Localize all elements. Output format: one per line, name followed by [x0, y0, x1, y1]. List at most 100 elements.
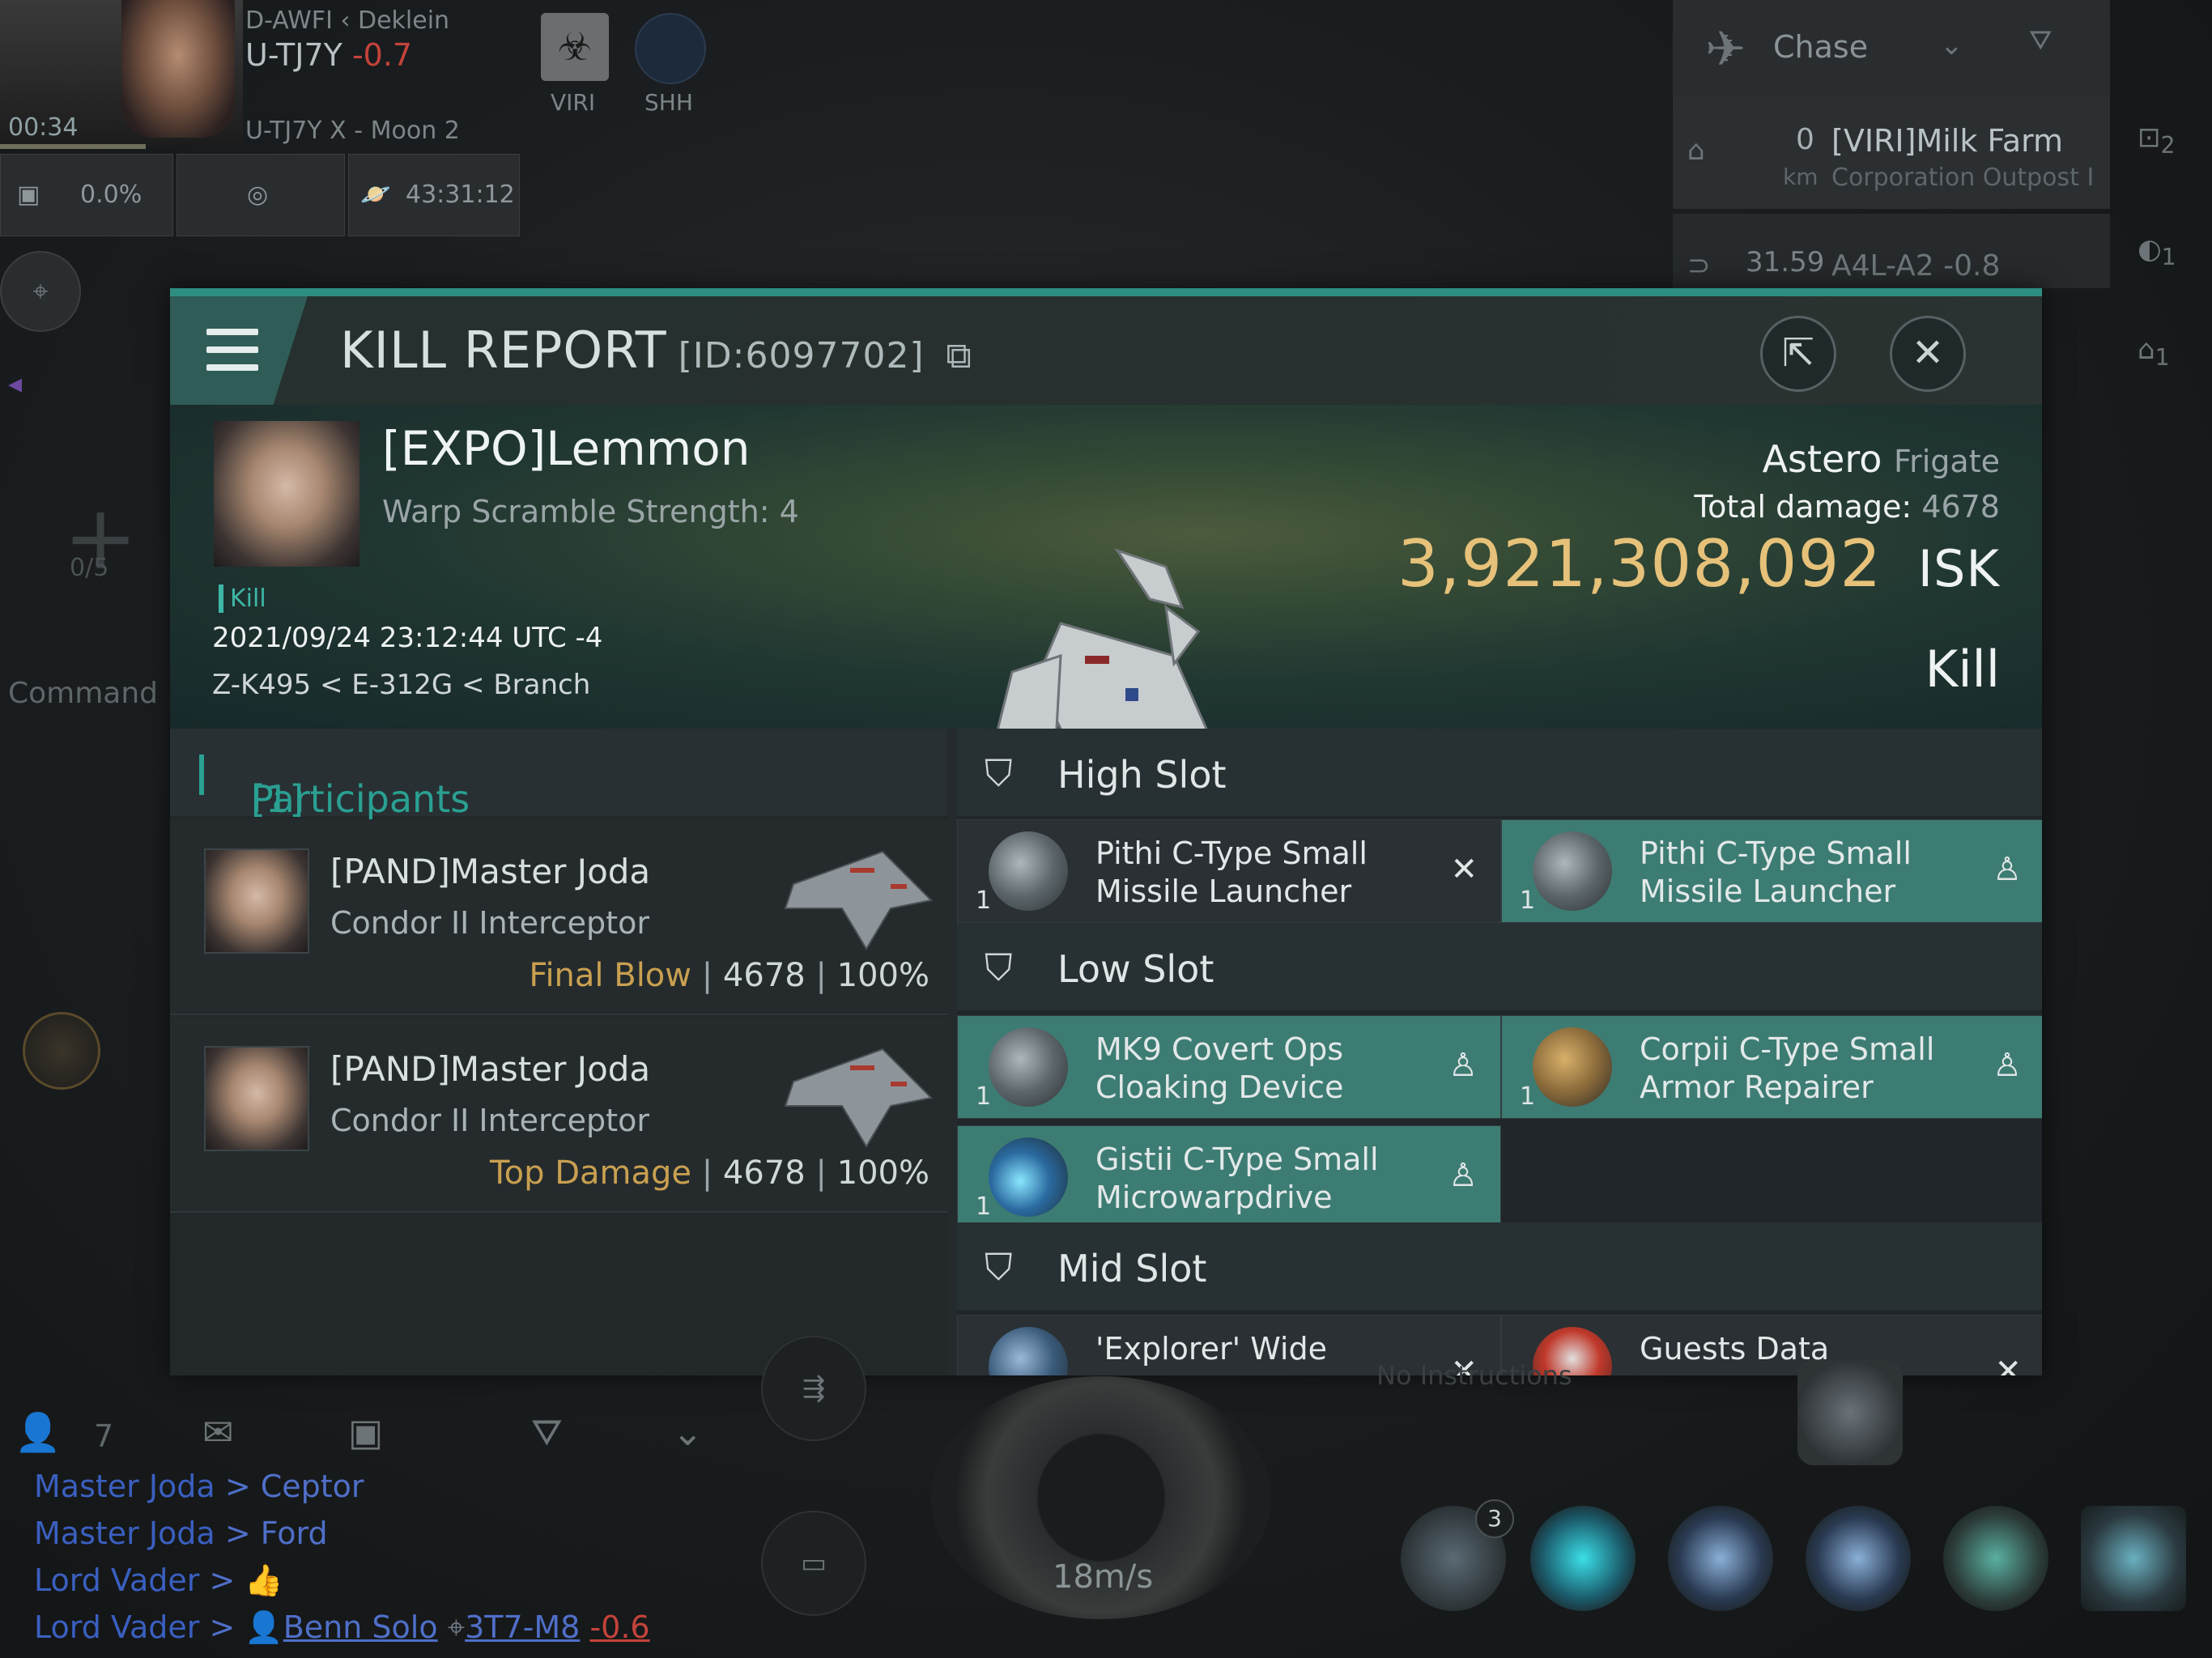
dropped-person-icon: ♙ — [1448, 1157, 1478, 1194]
module-item[interactable]: 1 Pithi C-Type Small Missile Launcher ✕ — [957, 819, 1501, 923]
session-timer: 00:34 — [8, 113, 79, 142]
participant-ship: Condor II Interceptor — [330, 905, 649, 941]
scanner-icon[interactable]: ◐1 — [2138, 233, 2176, 270]
region-breadcrumb[interactable]: D-AWFI ‹ Deklein — [245, 6, 449, 35]
map-pin-icon: ⌖ — [32, 275, 49, 308]
camera-button[interactable]: ▭ — [761, 1511, 866, 1616]
shield-icon: ⛉ — [985, 751, 1013, 795]
chevron-down-icon[interactable]: ⌄ — [1940, 29, 1963, 62]
biohazard-icon: ☣ — [557, 24, 593, 70]
participant-ship-render — [784, 1048, 934, 1148]
current-system[interactable]: U-TJ7Y -0.7 — [245, 37, 412, 73]
filter-icon[interactable]: ⛛ — [531, 1410, 563, 1456]
filter-icon[interactable]: ⛛ — [2029, 24, 2052, 57]
corp-logo-viri[interactable]: ☣ — [541, 13, 609, 81]
dropped-person-icon: ♙ — [1448, 1047, 1478, 1084]
participant-avatar[interactable] — [204, 848, 309, 954]
chat-icon[interactable]: ▣ — [348, 1410, 383, 1454]
participant-stats: Top Damage | 4678 | 100% — [489, 1154, 929, 1192]
chat-message[interactable]: Master Joda > Ford — [34, 1516, 328, 1551]
fleet-button[interactable]: ⇶ — [761, 1336, 866, 1441]
module-item[interactable]: 1 MK9 Covert Ops Cloaking Device ♙ — [957, 1015, 1501, 1119]
victim-avatar[interactable] — [214, 421, 359, 567]
module-cargo-icon[interactable] — [1797, 1360, 1903, 1465]
chat-message[interactable]: Master Joda > Ceptor — [34, 1469, 364, 1504]
module-item[interactable]: 1 Pithi C-Type Small Missile Launcher ♙ — [1501, 819, 2042, 923]
participant-ship: Condor II Interceptor — [330, 1103, 649, 1138]
module-repair-icon[interactable] — [2081, 1506, 2186, 1611]
share-button[interactable]: ⇱ — [1760, 316, 1836, 392]
module-cloak-icon[interactable] — [1943, 1506, 2048, 1611]
fleet-arrow-icon[interactable]: ◂ — [8, 368, 22, 400]
participants-header: Participants [1] — [170, 729, 947, 821]
command-tab[interactable]: Command › — [8, 677, 179, 710]
armor-repairer-icon — [1533, 1027, 1612, 1107]
chat-message[interactable]: Lord Vader > 👤Benn Solo ⌖3T7-M8 -0.6 — [34, 1609, 650, 1646]
cargo-icon: ▣ — [17, 181, 40, 209]
drones-icon[interactable]: ⊡2 — [2138, 121, 2176, 159]
nav-mode-bar[interactable]: ✈ Chase ⌄ ⛛ — [1673, 0, 2110, 96]
kill-report-panel: KILL REPORT [ID:6097702] ⧉ ⇱ ✕ [EXPO]Lemm… — [170, 288, 2042, 1375]
map-pin-icon: ⌖ — [447, 1609, 466, 1645]
fleet-icon: ⇶ — [802, 1372, 826, 1405]
participant-row[interactable]: [PAND]Master Joda Condor II Interceptor … — [170, 819, 947, 1015]
chat-message[interactable]: Lord Vader > 👍 — [34, 1562, 283, 1599]
person-icon: 👤 — [245, 1609, 283, 1645]
dscan-button[interactable]: ◎ — [177, 154, 345, 236]
module-web-icon[interactable] — [1806, 1506, 1911, 1611]
module-item[interactable]: 1 Gistii C-Type Small Microwarpdrive ♙ — [957, 1125, 1501, 1229]
cloaking-device-icon — [989, 1027, 1068, 1107]
warp-scramble-strength: Warp Scramble Strength: 4 — [382, 494, 799, 529]
structures-icon[interactable]: ⌂1 — [2138, 334, 2170, 371]
location-button[interactable]: ⌖ — [0, 251, 81, 332]
module-microwarpdrive-icon[interactable] — [1530, 1506, 1636, 1611]
cargo-indicator[interactable]: ▣ 0.0% — [0, 154, 173, 236]
dropped-person-icon: ♙ — [1993, 851, 2022, 888]
no-instructions: No Instructions — [1376, 1360, 1572, 1391]
shield-icon: ⛉ — [985, 1245, 1013, 1289]
planet-icon: 🪐 — [360, 181, 391, 209]
module-scrambler-icon[interactable] — [1668, 1506, 1773, 1611]
overview-item-outpost[interactable]: ⌂ 0 km [VIRI]Milk Farm Corporation Outpo… — [1673, 96, 2110, 209]
nav-mode-label[interactable]: Chase — [1773, 29, 1868, 65]
kill-id: [ID:6097702] — [678, 335, 925, 376]
participant-row[interactable]: [PAND]Master Joda Condor II Interceptor … — [170, 1017, 947, 1213]
high-slot-header: ⛉ High Slot — [957, 729, 2042, 816]
copy-icon[interactable]: ⧉ — [946, 335, 972, 376]
module-ammo-badge: 3 — [1475, 1499, 1514, 1538]
module-item[interactable]: Guests Data ✕ — [1501, 1315, 2042, 1375]
victim-banner: [EXPO]Lemmon Warp Scramble Strength: 4 K… — [170, 405, 2042, 811]
structure-icon: ⌂ — [1687, 134, 1705, 167]
kill-result: Kill — [1925, 640, 2000, 699]
alliance-logo-shh[interactable] — [635, 13, 706, 84]
fitting-panel: ⛉ High Slot 1 Pithi C-Type Small Missile … — [957, 729, 2042, 1375]
total-damage: Total damage: 4678 — [1694, 489, 2000, 525]
member-count: 7 — [94, 1418, 114, 1454]
mail-icon[interactable]: ✉ — [202, 1410, 234, 1454]
kill-tag: Kill — [219, 585, 266, 613]
victim-name[interactable]: [EXPO]Lemmon — [382, 421, 750, 476]
autopilot-icon[interactable] — [23, 1012, 100, 1090]
mid-slot-header: ⛉ Mid Slot — [957, 1222, 2042, 1310]
module-item[interactable]: 1 Corpii C-Type Small Armor Repairer ♙ — [1501, 1015, 2042, 1119]
missile-launcher-icon — [989, 831, 1068, 911]
session-clock[interactable]: 🪐 43:31:12 — [348, 154, 520, 236]
close-button[interactable]: ✕ — [1890, 316, 1966, 392]
members-icon[interactable]: 👤 — [15, 1410, 61, 1455]
scanner-probe-icon — [989, 1327, 1068, 1375]
kill-location[interactable]: Z-K495 < E-312G < Branch — [212, 669, 590, 701]
kill-report-title: KILL REPORT [ID:6097702] ⧉ — [340, 321, 972, 380]
speed-readout: 18m/s — [1053, 1558, 1154, 1596]
session-progress — [0, 144, 146, 149]
participant-name: [PAND]Master Joda — [330, 1049, 651, 1089]
camera-icon: ▭ — [800, 1547, 827, 1579]
kill-report-titlebar: KILL REPORT [ID:6097702] ⧉ ⇱ ✕ — [170, 296, 2042, 405]
chevron-down-icon[interactable]: ⌄ — [672, 1410, 704, 1454]
participant-avatar[interactable] — [204, 1046, 309, 1151]
menu-button[interactable] — [170, 296, 308, 405]
overview-item-gate[interactable]: ⊃ 31.59 A4L-A2 -0.8 — [1673, 214, 2110, 288]
external-link-icon: ⇱ — [1781, 330, 1815, 376]
low-slot-header: ⛉ Low Slot — [957, 923, 2042, 1010]
alliance-tag-shh: SHH — [644, 89, 693, 116]
fleet-count: 0/5 — [70, 554, 109, 582]
